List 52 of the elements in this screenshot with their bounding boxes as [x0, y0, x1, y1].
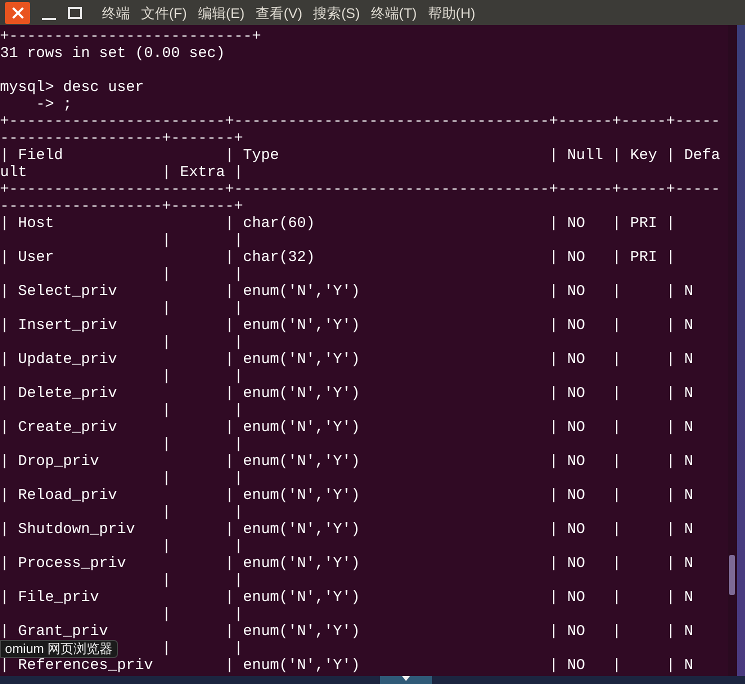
triangle-icon — [402, 676, 410, 681]
terminal-line: | | — [162, 266, 244, 283]
terminal-line: | Process_priv | enum('N','Y') | NO | | N — [0, 555, 694, 572]
terminal-line: | | — [162, 504, 244, 521]
terminal-line: | | — [162, 402, 244, 419]
terminal-line: 31 rows in set (0.00 sec) — [0, 45, 226, 62]
terminal-line: | User | char(32) | NO | PRI | — [0, 249, 676, 266]
terminal-line: | Shutdown_priv | enum('N','Y') | NO | | N — [0, 521, 694, 538]
menu-item[interactable]: 编辑(E) — [198, 4, 245, 22]
terminal-line: mysql> desc user — [0, 79, 144, 96]
terminal-line: | References_priv | enum('N','Y') | NO | | N — [0, 657, 694, 674]
terminal-line: | Host | char(60) | NO | PRI | — [0, 215, 676, 232]
terminal-line: ------------------+-------+ — [0, 130, 244, 147]
terminal-line: | | — [162, 232, 244, 249]
terminal-line: +------------------------+-----------------------------------+------+-----+----- — [0, 113, 720, 130]
terminal-line: ult | Extra | — [0, 164, 244, 181]
terminal-line: | | — [162, 334, 244, 351]
close-button[interactable] — [5, 2, 30, 24]
terminal-line: ------------------+-------+ — [0, 198, 244, 215]
terminal-line: +------------------------+-----------------------------------+------+-----+----- — [0, 181, 720, 198]
terminal-line: | Insert_priv | enum('N','Y') | NO | | N — [0, 317, 694, 334]
menu-item[interactable]: 搜索(S) — [313, 4, 360, 22]
terminal-line: | Create_priv | enum('N','Y') | NO | | N — [0, 419, 694, 436]
menu-item[interactable]: 查看(V) — [256, 4, 302, 22]
terminal-line: -> ; — [36, 96, 72, 113]
menu-item[interactable]: 终端(T) — [370, 4, 417, 22]
terminal-line: | | — [162, 572, 244, 589]
menu-item[interactable]: 文件(F) — [141, 4, 187, 22]
terminal-line: | | — [162, 640, 244, 657]
tooltip: omium 网页浏览器 — [0, 640, 118, 658]
terminal-line: | | — [162, 470, 244, 487]
terminal-line: | | — [162, 538, 244, 555]
close-icon — [12, 6, 24, 18]
terminal-line: | | — [162, 300, 244, 317]
terminal-line: +---------------------------+ — [0, 28, 262, 45]
terminal-line: | File_priv | enum('N','Y') | NO | | N — [0, 589, 694, 606]
terminal-line: | Field | Type | Null | Key | Defa — [0, 147, 720, 164]
terminal-line: | Reload_priv | enum('N','Y') | NO | | N — [0, 487, 694, 504]
terminal-line: | Grant_priv | enum('N','Y') | NO | | N — [0, 623, 694, 640]
terminal-line: | | — [162, 368, 244, 385]
terminal-line: | | — [162, 606, 244, 623]
menu-item[interactable]: 终端 — [102, 4, 130, 22]
launcher-item[interactable] — [380, 676, 432, 684]
maximize-icon — [68, 6, 82, 18]
terminal-line: | | — [162, 436, 244, 453]
terminal-line: | Update_priv | enum('N','Y') | NO | | N — [0, 351, 694, 368]
terminal-line: | Delete_priv | enum('N','Y') | NO | | N — [0, 385, 694, 402]
minimize-icon — [42, 18, 56, 20]
terminal-line: | Drop_priv | enum('N','Y') | NO | | N — [0, 453, 694, 470]
menu-item[interactable]: 帮助(H) — [428, 4, 476, 22]
scrollbar-thumb[interactable] — [729, 555, 735, 595]
terminal-line: | Select_priv | enum('N','Y') | NO | | N — [0, 283, 694, 300]
